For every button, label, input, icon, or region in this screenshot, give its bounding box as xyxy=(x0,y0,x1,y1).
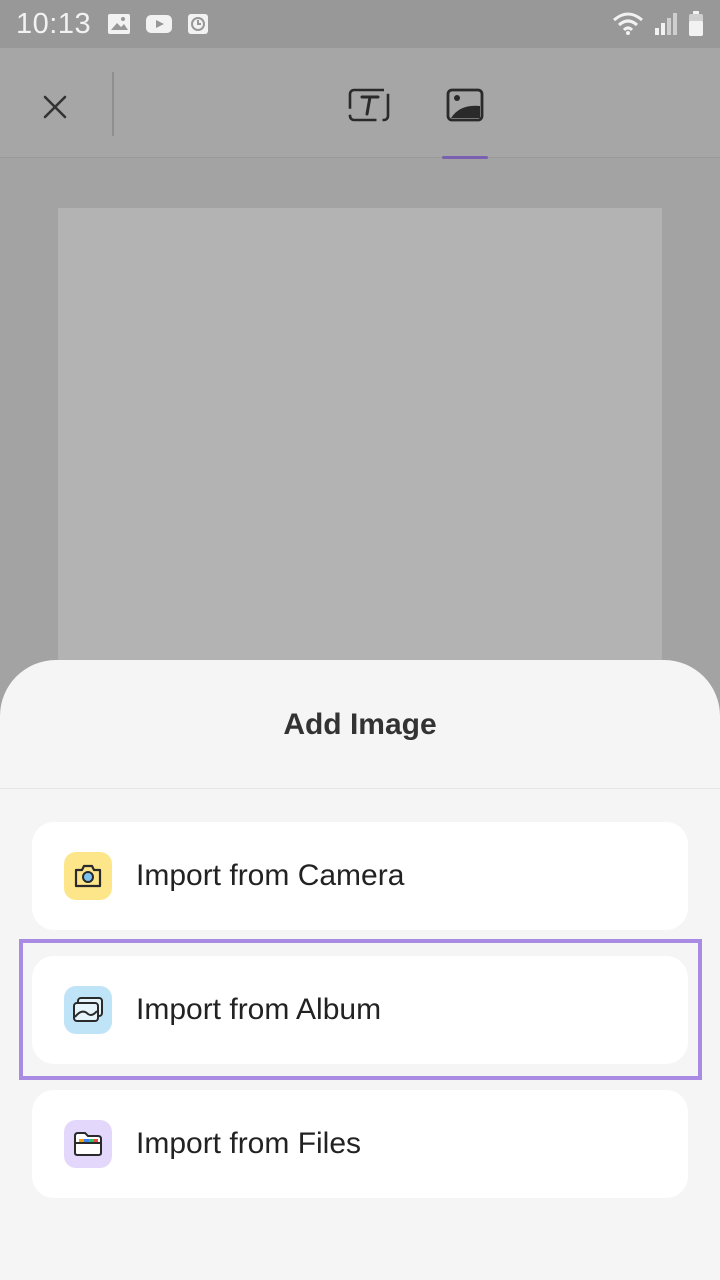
status-icons-right xyxy=(612,11,704,37)
tab-text[interactable] xyxy=(342,78,396,132)
import-album-option[interactable]: Import from Album xyxy=(32,956,688,1064)
signal-icon xyxy=(654,12,678,36)
battery-icon xyxy=(688,11,704,37)
gallery-icon xyxy=(107,13,131,35)
import-camera-label: Import from Camera xyxy=(136,859,405,892)
camera-icon xyxy=(64,852,112,900)
status-bar: 10:13 xyxy=(0,0,720,48)
folder-icon xyxy=(64,1120,112,1168)
clock-icon xyxy=(187,13,209,35)
close-button[interactable] xyxy=(26,78,84,136)
status-time: 10:13 xyxy=(16,7,92,40)
sheet-title: Add Image xyxy=(283,708,437,741)
album-icon xyxy=(64,986,112,1034)
import-album-label: Import from Album xyxy=(136,993,382,1026)
editor-canvas xyxy=(58,208,662,678)
tab-image[interactable] xyxy=(438,78,492,132)
image-icon xyxy=(446,88,484,122)
selected-tab-indicator xyxy=(442,156,488,159)
screen: 10:13 Add Image Import from Camera Impor… xyxy=(0,0,720,1280)
youtube-icon xyxy=(145,13,173,35)
sheet-divider xyxy=(0,788,720,789)
status-icons-left xyxy=(107,13,209,35)
import-files-label: Import from Files xyxy=(136,1127,362,1160)
text-box-icon xyxy=(348,88,390,122)
wifi-icon xyxy=(612,12,644,36)
editor-toolbar xyxy=(0,48,720,159)
import-files-option[interactable]: Import from Files xyxy=(32,1090,688,1198)
toolbar-divider xyxy=(112,72,114,136)
close-icon xyxy=(43,95,67,119)
import-camera-option[interactable]: Import from Camera xyxy=(32,822,688,930)
